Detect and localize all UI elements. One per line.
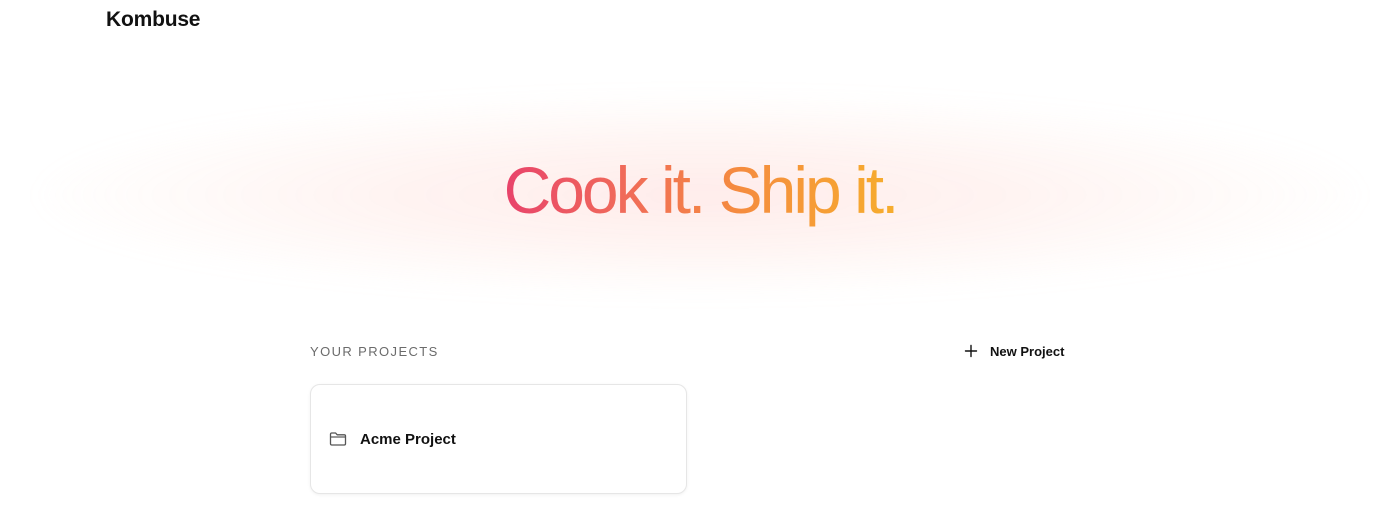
projects-section-label: YOUR PROJECTS (310, 344, 439, 359)
hero-title: Cook it. Ship it. (0, 150, 1400, 230)
hero-title-text: Cook it. Ship it. (503, 153, 900, 227)
project-name: Acme Project (360, 430, 456, 448)
plus-icon (964, 344, 978, 358)
page: Kombuse Cook it. Ship it. YOUR PROJECTS … (0, 0, 1400, 510)
brand-logo[interactable]: Kombuse (106, 8, 200, 32)
folder-icon (329, 431, 347, 447)
new-project-button[interactable]: New Project (964, 340, 1064, 362)
new-project-label: New Project (990, 343, 1065, 359)
project-card[interactable]: Acme Project (310, 384, 687, 494)
